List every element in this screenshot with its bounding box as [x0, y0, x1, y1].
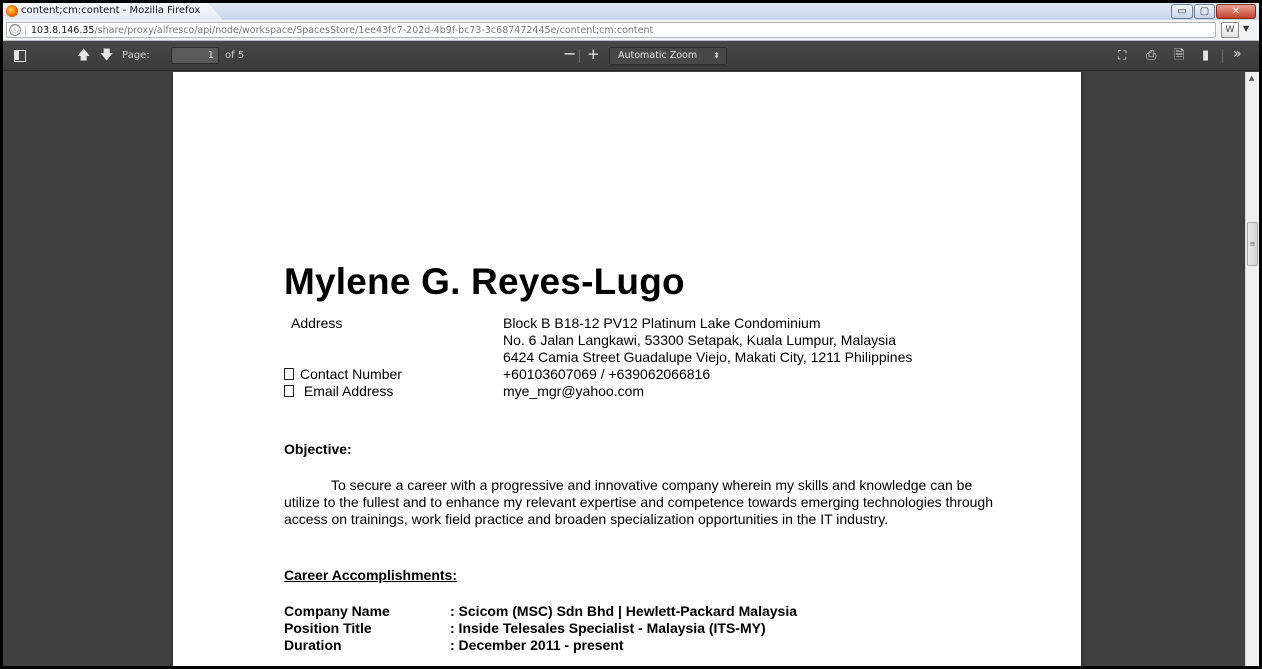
sidebar-toggle-icon[interactable]: [14, 50, 26, 62]
address-bar[interactable]: ⓘ 103.8.146.35/share/proxy/alfresco/api/…: [6, 22, 1216, 38]
url-text[interactable]: 103.8.146.35/share/proxy/alfresco/api/no…: [31, 24, 653, 37]
pdf-toolbar: 🡅 🡇 Page: 1 of 5 − + Automatic Zoom ⬍ ⛶ ⎙…: [3, 41, 1259, 71]
vertical-scrollbar[interactable]: ▲ ≡: [1245, 72, 1259, 666]
pdf-page: Mylene G. Reyes-Lugo Address Block B B18…: [173, 72, 1081, 666]
address-line: No. 6 Jalan Langkawi, 53300 Setapak, Kua…: [503, 332, 897, 348]
chevron-down-icon[interactable]: ▼: [1243, 24, 1249, 33]
url-path: /share/proxy/alfresco/api/node/workspace…: [94, 25, 654, 36]
objective-heading: Objective:: [284, 441, 352, 457]
address-line: 6424 Camia Street Guadalupe Viejo, Makat…: [503, 349, 913, 365]
arrow-down-icon[interactable]: 🡇: [100, 48, 113, 63]
email-row-label: Email Address: [284, 383, 393, 399]
zoom-value: Automatic Zoom: [618, 50, 698, 61]
bookmark-icon[interactable]: ▮: [1202, 48, 1209, 63]
address-label: Address: [291, 315, 343, 331]
arrow-up-icon[interactable]: 🡅: [77, 48, 90, 63]
zoom-in-icon[interactable]: +: [587, 47, 600, 62]
missing-glyph-icon: [284, 385, 294, 397]
address-separator: [25, 25, 26, 36]
duration-value: : December 2011 - present: [450, 637, 624, 653]
position-label: Position Title: [284, 620, 372, 636]
presentation-icon[interactable]: ⛶: [1118, 48, 1126, 63]
resume-name: Mylene G. Reyes-Lugo: [284, 261, 685, 302]
print-icon[interactable]: ⎙: [1146, 48, 1156, 63]
scroll-up-icon[interactable]: ▲: [1249, 74, 1254, 82]
toolbar-divider: [1222, 49, 1223, 63]
contact-label: Contact Number: [300, 366, 402, 382]
page-count: of 5: [225, 50, 245, 61]
scrollbar-thumb[interactable]: ≡: [1247, 222, 1258, 266]
career-heading: Career Accomplishments:: [284, 567, 457, 583]
minimize-button[interactable]: ▭: [1171, 4, 1193, 19]
browser-window: content;cm:content - Mozilla Firefox ▭ ▢…: [3, 3, 1259, 666]
position-value: : Inside Telesales Specialist - Malaysia…: [450, 620, 766, 636]
navigation-bar: ⓘ 103.8.146.35/share/proxy/alfresco/api/…: [3, 20, 1259, 41]
address-line: Block B B18-12 PV12 Platinum Lake Condom…: [503, 315, 821, 331]
zoom-out-icon[interactable]: −: [563, 46, 576, 62]
title-bar: content;cm:content - Mozilla Firefox ▭ ▢…: [3, 3, 1259, 20]
zoom-select[interactable]: Automatic Zoom ⬍: [609, 47, 727, 65]
company-value: : Scicom (MSC) Sdn Bhd | Hewlett-Packard…: [450, 603, 797, 619]
contact-value: +60103607069 / +639062066816: [503, 366, 711, 382]
url-host: 103.8.146.35: [31, 25, 95, 36]
maximize-button[interactable]: ▢: [1194, 4, 1215, 19]
firefox-logo-icon: [6, 5, 18, 17]
window-title: content;cm:content - Mozilla Firefox: [21, 5, 201, 16]
email-value: mye_mgr@yahoo.com: [503, 383, 645, 399]
objective-paragraph: To secure a career with a progressive an…: [284, 477, 993, 527]
page-label: Page:: [122, 50, 150, 61]
missing-glyph-icon: [284, 368, 294, 380]
info-icon[interactable]: ⓘ: [9, 24, 21, 36]
duration-label: Duration: [284, 637, 342, 653]
toolbar-divider: [579, 49, 580, 63]
close-button[interactable]: ✕: [1216, 4, 1256, 19]
select-arrows-icon: ⬍: [713, 51, 720, 60]
page-number-input[interactable]: 1: [171, 47, 219, 64]
contact-row-label: Contact Number: [284, 366, 402, 382]
email-label: Email Address: [303, 383, 394, 399]
company-label: Company Name: [284, 603, 390, 619]
reader-view-icon[interactable]: W: [1221, 22, 1239, 38]
tools-icon[interactable]: »: [1233, 47, 1242, 62]
objective-text: To secure a career with a progressive an…: [284, 477, 1004, 528]
pdf-viewer[interactable]: Mylene G. Reyes-Lugo Address Block B B18…: [3, 72, 1259, 666]
download-icon[interactable]: 🗎: [1174, 48, 1184, 63]
